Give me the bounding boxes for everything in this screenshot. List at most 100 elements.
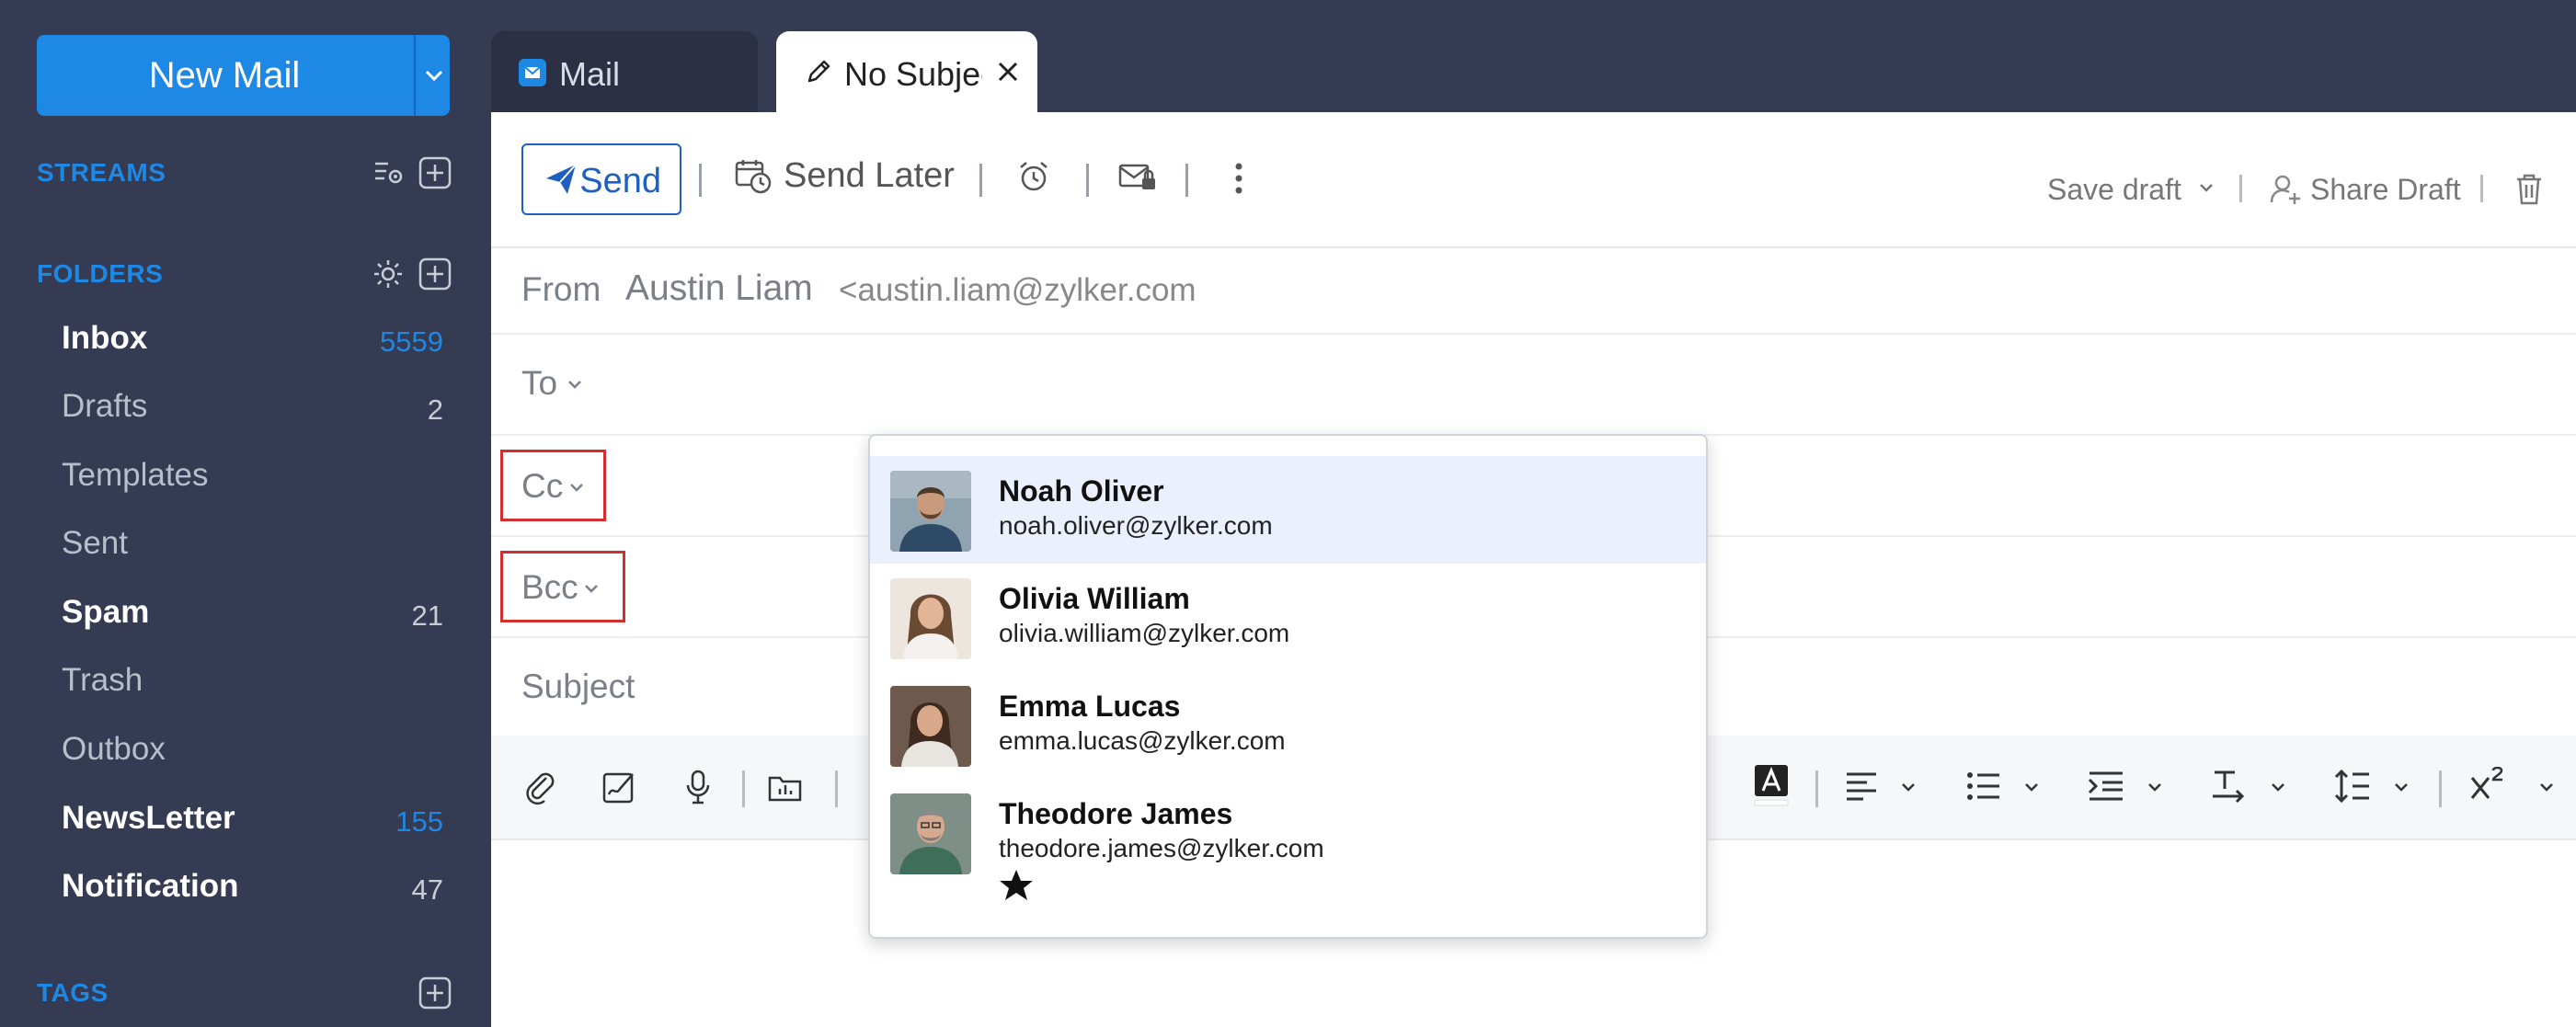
- folder-item-templates[interactable]: Templates: [0, 446, 491, 510]
- secure-mail-icon[interactable]: [1118, 162, 1157, 193]
- chevron-down-icon[interactable]: [2538, 782, 2555, 793]
- send-button[interactable]: Send: [521, 143, 681, 215]
- superscript-icon[interactable]: [2468, 767, 2505, 804]
- schedule-icon: [734, 158, 773, 195]
- subject-input[interactable]: Subject: [521, 668, 635, 706]
- folder-settings-gear-icon[interactable]: [372, 257, 405, 291]
- new-mail-dropdown-button[interactable]: [414, 35, 450, 116]
- save-draft-label: Save draft: [2047, 173, 2181, 206]
- toolbar-divider: [2439, 770, 2442, 807]
- send-later-label: Send Later: [784, 156, 955, 195]
- toolbar-divider: [979, 164, 982, 197]
- folder-label: Trash: [62, 662, 143, 698]
- font-color-icon[interactable]: [1753, 763, 1790, 809]
- to-label[interactable]: To: [521, 364, 557, 403]
- folder-count: 2: [427, 394, 443, 426]
- chevron-down-icon[interactable]: [2198, 182, 2215, 193]
- alarm-clock-icon[interactable]: [1017, 160, 1050, 193]
- folder-label: Spam: [62, 594, 150, 630]
- toolbar-divider: [699, 164, 702, 197]
- signature-icon[interactable]: [601, 769, 638, 805]
- toolbar-divider: [1185, 164, 1188, 197]
- folder-label: Outbox: [62, 731, 166, 767]
- share-draft-label: Share Draft: [2310, 173, 2461, 206]
- folder-label: Notification: [62, 868, 239, 904]
- tab-label: Mail: [559, 55, 621, 93]
- contact-email: theodore.james@zylker.com: [999, 834, 1324, 862]
- more-options-icon[interactable]: [1232, 162, 1245, 195]
- folder-item-newsletter[interactable]: NewsLetter 155: [0, 789, 491, 853]
- add-user-icon[interactable]: [2269, 173, 2302, 206]
- line-spacing-icon[interactable]: [2334, 769, 2371, 804]
- contact-email: noah.oliver@zylker.com: [999, 511, 1273, 540]
- toolbar-divider: [1815, 770, 1818, 807]
- new-mail-button[interactable]: New Mail: [37, 35, 412, 116]
- suggestion-item-emma-lucas[interactable]: Emma Lucas emma.lucas@zylker.com: [870, 671, 1706, 779]
- bullet-list-icon[interactable]: [1966, 770, 2001, 802]
- folder-item-notification[interactable]: Notification 47: [0, 857, 491, 921]
- close-icon[interactable]: [995, 59, 1021, 85]
- folder-count: 21: [411, 599, 443, 632]
- toolbar-divider: [1086, 164, 1089, 197]
- tab-mail[interactable]: Mail: [491, 31, 758, 112]
- indent-icon[interactable]: [2088, 770, 2124, 802]
- chevron-down-icon[interactable]: [2023, 782, 2040, 793]
- streams-title[interactable]: STREAMS: [37, 158, 166, 188]
- folder-item-spam[interactable]: Spam 21: [0, 583, 491, 647]
- from-name[interactable]: Austin Liam: [625, 268, 813, 309]
- chevron-down-icon[interactable]: [1900, 782, 1917, 793]
- folder-item-inbox[interactable]: Inbox 5559: [0, 309, 491, 373]
- folder-count: 155: [395, 805, 443, 838]
- chevron-down-icon[interactable]: [2147, 782, 2163, 793]
- from-email[interactable]: <austin.liam@zylker.com: [839, 272, 1196, 309]
- folder-item-trash[interactable]: Trash: [0, 651, 491, 715]
- microphone-icon[interactable]: [684, 769, 712, 805]
- suggestion-item-theodore-james[interactable]: Theodore James theodore.james@zylker.com: [870, 779, 1706, 917]
- contact-name: Emma Lucas: [999, 690, 1181, 723]
- tab-compose[interactable]: No Subject: [776, 31, 1037, 112]
- avatar: [890, 793, 971, 874]
- insert-from-cloud-folder-icon[interactable]: [767, 770, 804, 804]
- new-mail-button-group: New Mail: [37, 35, 450, 116]
- align-left-icon[interactable]: [1845, 770, 1878, 802]
- stream-settings-icon[interactable]: [372, 156, 405, 189]
- chevron-down-icon[interactable]: [567, 379, 583, 390]
- from-row: From Austin Liam <austin.liam@zylker.com: [491, 246, 2576, 335]
- to-row[interactable]: To: [491, 333, 2576, 436]
- bcc-highlight-box: [500, 551, 625, 622]
- folders-title[interactable]: FOLDERS: [37, 259, 163, 289]
- tab-label: No Subject: [844, 55, 982, 93]
- folder-item-drafts[interactable]: Drafts 2: [0, 377, 491, 441]
- paper-plane-icon: [544, 162, 578, 197]
- folder-count: 5559: [380, 325, 443, 358]
- add-stream-icon[interactable]: [418, 156, 452, 189]
- toolbar-divider: [2480, 175, 2483, 202]
- suggestion-item-olivia-william[interactable]: Olivia William olivia.william@zylker.com: [870, 564, 1706, 671]
- star-icon[interactable]: [999, 869, 1034, 902]
- contact-email: olivia.william@zylker.com: [999, 619, 1290, 647]
- add-tag-icon[interactable]: [418, 976, 452, 1010]
- trash-icon[interactable]: [2515, 173, 2543, 206]
- contact-email: emma.lucas@zylker.com: [999, 726, 1286, 755]
- pencil-icon: [804, 57, 833, 86]
- folder-label: Drafts: [62, 388, 148, 424]
- folder-item-outbox[interactable]: Outbox: [0, 720, 491, 784]
- suggestion-item-noah-oliver[interactable]: Noah Oliver noah.oliver@zylker.com: [870, 456, 1706, 564]
- chevron-down-icon[interactable]: [2393, 782, 2410, 793]
- save-draft-button[interactable]: Save draft: [2047, 173, 2181, 207]
- chevron-down-icon[interactable]: [2270, 782, 2286, 793]
- contact-name: Olivia William: [999, 582, 1190, 615]
- text-direction-icon[interactable]: [2211, 769, 2248, 804]
- from-label: From: [521, 270, 601, 308]
- chevron-down-icon: [425, 70, 442, 82]
- folder-item-sent[interactable]: Sent: [0, 514, 491, 578]
- folder-label: NewsLetter: [62, 800, 235, 836]
- tags-title[interactable]: TAGS: [37, 978, 109, 1008]
- send-label: Send: [579, 162, 661, 200]
- share-draft-button[interactable]: Share Draft: [2310, 173, 2461, 207]
- attachment-icon[interactable]: [524, 769, 557, 805]
- folder-label: Sent: [62, 525, 128, 561]
- contact-suggestions-dropdown: Noah Oliver noah.oliver@zylker.com Olivi…: [868, 434, 1708, 939]
- sidebar: New Mail STREAMS FOLDERS Inbox 5559 Draf…: [0, 0, 491, 1027]
- add-folder-icon[interactable]: [418, 257, 452, 291]
